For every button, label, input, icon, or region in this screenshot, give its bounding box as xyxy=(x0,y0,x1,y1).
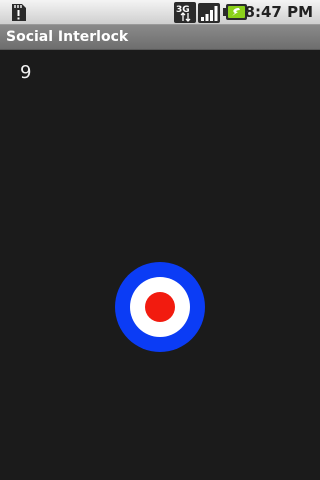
battery-charging-icon xyxy=(223,4,247,20)
sd-card-alert-icon xyxy=(12,4,26,21)
target-button[interactable] xyxy=(115,262,205,352)
3g-data-icon: 3G xyxy=(174,2,196,23)
signal-strength-icon xyxy=(198,3,220,23)
app-title: Social Interlock xyxy=(6,29,129,45)
status-clock: 8:47 PM xyxy=(244,3,313,21)
counter-value: 9 xyxy=(20,62,32,83)
target-bullseye xyxy=(145,292,175,322)
app-title-bar: Social Interlock xyxy=(0,25,320,50)
status-bar: 3G 8:47 PM xyxy=(0,0,320,25)
main-content: 9 xyxy=(0,50,320,480)
